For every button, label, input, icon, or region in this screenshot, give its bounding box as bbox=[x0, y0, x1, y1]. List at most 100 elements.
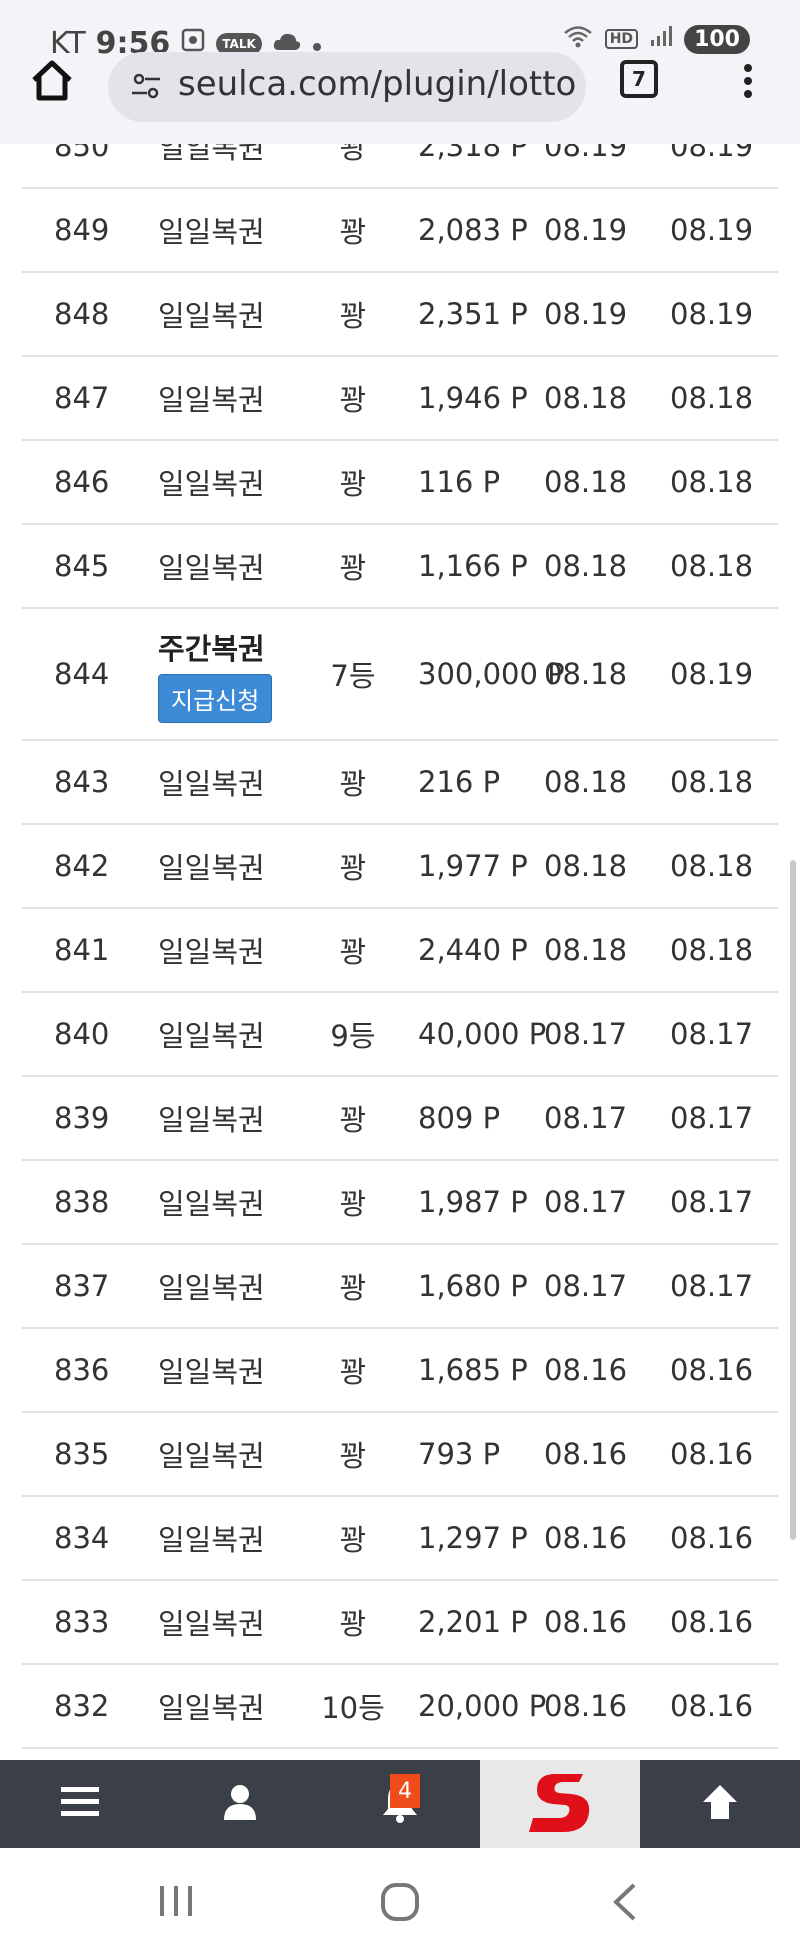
claim-payout-button[interactable]: 지급신청 bbox=[158, 673, 273, 723]
row-number: 838 bbox=[54, 1185, 110, 1219]
home-icon[interactable] bbox=[30, 58, 74, 102]
lottery-history-table: 850 일일복권 꽝 2,318 P 08.19 08.19 849 일일복권 꽝 2,083 P… bbox=[22, 105, 778, 1749]
row-number: 846 bbox=[54, 465, 110, 499]
purchase-date: 08.18 bbox=[544, 933, 628, 967]
lottery-type: 일일복권 bbox=[158, 1019, 265, 1053]
purchase-date: 08.16 bbox=[544, 1689, 628, 1723]
browser-menu-button[interactable] bbox=[738, 64, 758, 104]
hamburger-icon bbox=[61, 1786, 99, 1822]
table-row: 848 일일복권 꽝 2,351 P 08.19 08.19 bbox=[22, 273, 778, 357]
table-row: 842 일일복권 꽝 1,977 P 08.18 08.18 bbox=[22, 825, 778, 909]
result-rank: 꽝 bbox=[339, 935, 367, 969]
lottery-type: 일일복권 bbox=[158, 1607, 265, 1641]
purchase-date: 08.17 bbox=[544, 1185, 628, 1219]
scroll-top-button[interactable] bbox=[640, 1760, 800, 1848]
draw-date: 08.16 bbox=[670, 1353, 754, 1387]
prize-points: 2,083 P bbox=[418, 213, 528, 247]
lottery-type-group: 주간복권지급신청 bbox=[158, 626, 273, 723]
purchase-date: 08.18 bbox=[544, 849, 628, 883]
status-right: HD 100 bbox=[563, 24, 750, 54]
row-number: 843 bbox=[54, 765, 110, 799]
row-number: 835 bbox=[54, 1437, 110, 1471]
prize-points: 20,000 P bbox=[418, 1689, 547, 1723]
purchase-date: 08.18 bbox=[544, 549, 628, 583]
result-rank: 9등 bbox=[330, 1019, 376, 1053]
url-bar[interactable]: seulca.com/plugin/lotto bbox=[108, 52, 586, 122]
menu-button[interactable] bbox=[0, 1760, 160, 1848]
row-number: 842 bbox=[54, 849, 110, 883]
row-number: 834 bbox=[54, 1521, 110, 1555]
page: KT 9:56 TALK HD 100 seulca.com/plugin/lo… bbox=[0, 0, 800, 1956]
site-info-icon[interactable] bbox=[130, 70, 162, 102]
prize-points: 1,680 P bbox=[418, 1269, 528, 1303]
purchase-date: 08.18 bbox=[544, 381, 628, 415]
row-number: 836 bbox=[54, 1353, 110, 1387]
purchase-date: 08.18 bbox=[544, 657, 628, 691]
notifications-button[interactable]: 4 bbox=[320, 1760, 480, 1848]
address-bar-row: seulca.com/plugin/lotto 7 bbox=[0, 52, 800, 132]
back-icon[interactable] bbox=[610, 1882, 640, 1926]
prize-points: 300,000 P bbox=[418, 657, 565, 691]
lottery-type: 주간복권 bbox=[158, 631, 265, 666]
lottery-type: 일일복권 bbox=[158, 935, 265, 969]
row-number: 844 bbox=[54, 657, 110, 691]
draw-date: 08.17 bbox=[670, 1269, 754, 1303]
recent-apps-icon[interactable] bbox=[158, 1884, 194, 1922]
purchase-date: 08.16 bbox=[544, 1521, 628, 1555]
result-rank: 꽝 bbox=[339, 1355, 367, 1389]
browser-top-chrome: KT 9:56 TALK HD 100 seulca.com/plugin/lo… bbox=[0, 0, 800, 144]
table-row: 835 일일복권 꽝 793 P 08.16 08.16 bbox=[22, 1413, 778, 1497]
table-row: 840 일일복권 9등 40,000 P 08.17 08.17 bbox=[22, 993, 778, 1077]
draw-date: 08.16 bbox=[670, 1521, 754, 1555]
tab-switcher-button[interactable]: 7 bbox=[620, 60, 658, 98]
profile-button[interactable] bbox=[160, 1760, 320, 1848]
table-row: 846 일일복권 꽝 116 P 08.18 08.18 bbox=[22, 441, 778, 525]
dot-icon bbox=[744, 77, 752, 85]
dot-icon bbox=[744, 90, 752, 98]
prize-points: 1,987 P bbox=[418, 1185, 528, 1219]
draw-date: 08.18 bbox=[670, 765, 754, 799]
draw-date: 08.19 bbox=[670, 657, 754, 691]
result-rank: 꽝 bbox=[339, 551, 367, 585]
home-circle-icon[interactable] bbox=[380, 1882, 420, 1926]
table-row: 832 일일복권 10등 20,000 P 08.16 08.16 bbox=[22, 1665, 778, 1749]
draw-date: 08.18 bbox=[670, 381, 754, 415]
url-text: seulca.com/plugin/lotto bbox=[178, 64, 577, 104]
result-rank: 꽝 bbox=[339, 1103, 367, 1137]
row-number: 840 bbox=[54, 1017, 110, 1051]
prize-points: 2,201 P bbox=[418, 1605, 528, 1639]
notification-count-badge: 4 bbox=[390, 1774, 420, 1808]
row-number: 837 bbox=[54, 1269, 110, 1303]
site-logo-button[interactable] bbox=[480, 1760, 640, 1848]
prize-points: 809 P bbox=[418, 1101, 501, 1135]
prize-points: 216 P bbox=[418, 765, 501, 799]
result-rank: 꽝 bbox=[339, 851, 367, 885]
purchase-date: 08.18 bbox=[544, 765, 628, 799]
table-row: 833 일일복권 꽝 2,201 P 08.16 08.16 bbox=[22, 1581, 778, 1665]
result-rank: 꽝 bbox=[339, 215, 367, 249]
lottery-type: 일일복권 bbox=[158, 215, 265, 249]
result-rank: 꽝 bbox=[339, 1523, 367, 1557]
draw-date: 08.17 bbox=[670, 1101, 754, 1135]
table-row: 841 일일복권 꽝 2,440 P 08.18 08.18 bbox=[22, 909, 778, 993]
lottery-type: 일일복권 bbox=[158, 1187, 265, 1221]
purchase-date: 08.16 bbox=[544, 1605, 628, 1639]
table-row: 836 일일복권 꽝 1,685 P 08.16 08.16 bbox=[22, 1329, 778, 1413]
row-number: 845 bbox=[54, 549, 110, 583]
purchase-date: 08.19 bbox=[544, 297, 628, 331]
row-number: 832 bbox=[54, 1689, 110, 1723]
table-row: 843 일일복권 꽝 216 P 08.18 08.18 bbox=[22, 741, 778, 825]
lottery-type: 일일복권 bbox=[158, 1103, 265, 1137]
page-scrollbar[interactable] bbox=[790, 860, 796, 1540]
purchase-date: 08.19 bbox=[544, 213, 628, 247]
prize-points: 40,000 P bbox=[418, 1017, 547, 1051]
result-rank: 7등 bbox=[330, 659, 376, 693]
result-rank: 꽝 bbox=[339, 1187, 367, 1221]
result-rank: 꽝 bbox=[339, 1607, 367, 1641]
draw-date: 08.18 bbox=[670, 549, 754, 583]
prize-points: 1,977 P bbox=[418, 849, 528, 883]
result-rank: 꽝 bbox=[339, 467, 367, 501]
battery-indicator: 100 bbox=[684, 24, 750, 54]
lottery-type-cell: 주간복권지급신청 bbox=[158, 609, 273, 739]
lottery-type: 일일복권 bbox=[158, 299, 265, 333]
